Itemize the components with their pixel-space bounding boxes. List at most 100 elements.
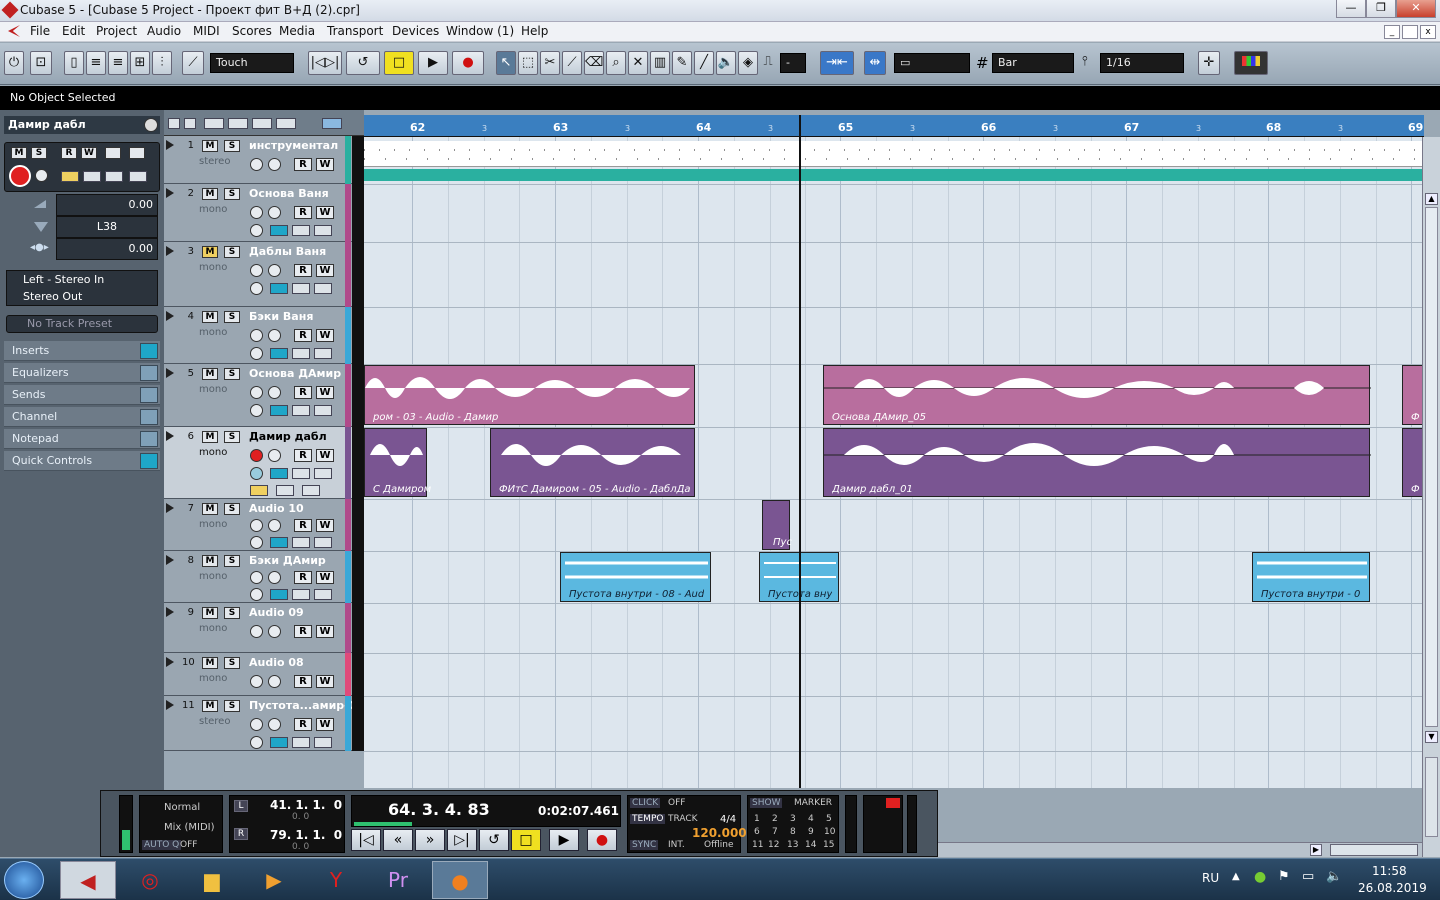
color-tool[interactable]: ◈ [738, 51, 758, 75]
inspector-track-name[interactable]: Дамир дабл [4, 116, 160, 134]
secondary-position[interactable]: 0:02:07.461 [538, 804, 619, 818]
clock-date[interactable]: 26.08.2019 [1358, 881, 1427, 895]
audio-event[interactable]: С Дамиром [364, 428, 431, 497]
track-6[interactable]: 6 M S Дамир дабл mono R W [164, 427, 364, 499]
activate-project-button[interactable]: ⏻ [4, 51, 24, 75]
track-preset-field[interactable]: No Track Preset [6, 315, 158, 333]
marker-6-button[interactable]: 6 [754, 827, 760, 837]
sends-state-button[interactable] [314, 737, 332, 748]
edit-channel-button[interactable] [250, 736, 263, 749]
menu-project[interactable]: Project [96, 24, 137, 38]
lane-6[interactable]: С Дамиром ФИтС Дамиром - 05 - Audio - Да… [364, 428, 1424, 500]
notepad-icon[interactable] [140, 431, 158, 447]
tray-app-icon[interactable]: ● [1254, 869, 1266, 885]
transport-stop-button[interactable]: □ [511, 829, 541, 851]
premiere-pro-taskbar-icon[interactable]: Pr [370, 861, 426, 899]
inspector-solo-button[interactable]: S [31, 147, 47, 159]
solo-button[interactable]: S [224, 657, 240, 669]
glue-tool[interactable]: ⟋ [562, 51, 582, 75]
read-button[interactable]: R [294, 329, 312, 342]
inspector-lanes-button[interactable] [105, 171, 123, 182]
record-enable-button[interactable] [250, 264, 263, 277]
transport-go-to-start-button[interactable]: |◁ [351, 829, 381, 851]
marker-9-button[interactable]: 9 [808, 827, 814, 837]
write-button[interactable]: W [316, 718, 334, 731]
scroll-up-icon[interactable]: ▲ [1425, 193, 1438, 205]
auto-quantize-label[interactable]: AUTO Q [142, 840, 182, 850]
track-name[interactable]: Дамир дабл [249, 430, 327, 443]
transport-cycle-button[interactable]: ↺ [479, 829, 509, 851]
volume-icon[interactable]: 🔈 [1326, 869, 1342, 884]
menu-midi[interactable]: MIDI [193, 24, 220, 38]
marker-10-button[interactable]: 10 [824, 827, 835, 837]
mute-button[interactable]: M [202, 503, 218, 515]
record-enable-button[interactable] [250, 206, 263, 219]
global-solo-button[interactable] [228, 118, 248, 129]
nudge-select[interactable]: - [780, 53, 806, 73]
channel-icon[interactable] [140, 409, 158, 425]
record-enable-button[interactable] [250, 675, 263, 688]
inserts-state-button[interactable] [270, 737, 288, 748]
lane-8[interactable]: Пустота внутри - 08 - Aud Пустота вну Пу… [364, 552, 1424, 604]
edit-channel-button[interactable] [250, 536, 263, 549]
sends-state-button[interactable] [314, 225, 332, 236]
track-5[interactable]: 5 M S Основа ДАмир mono R W [164, 364, 364, 427]
write-button[interactable]: W [316, 519, 334, 532]
sends-state-button[interactable] [314, 468, 332, 479]
play-button[interactable]: ▶ [418, 51, 448, 75]
section-notepad[interactable]: Notepad [4, 429, 160, 449]
audio-event[interactable]: ром - 03 - Audio - Дамир [364, 365, 695, 425]
write-button[interactable]: W [316, 571, 334, 584]
read-button[interactable]: R [294, 264, 312, 277]
transport-forward-button[interactable]: » [415, 829, 445, 851]
lane-9[interactable] [364, 604, 1424, 654]
solo-button[interactable]: S [224, 311, 240, 323]
click-button[interactable]: CLICK [630, 798, 661, 808]
track-8[interactable]: 8 M S Бэки ДАмир mono R W [164, 551, 364, 603]
track-11[interactable]: 11 M S Пустота...амир-01 stereo R W [164, 696, 364, 751]
monitor-button[interactable] [268, 449, 281, 462]
monitor-button[interactable] [268, 625, 281, 638]
cursor-line-button[interactable]: ✛ [1198, 51, 1220, 75]
lock-button[interactable] [276, 485, 294, 496]
mute-button[interactable]: M [202, 311, 218, 323]
volume-field[interactable]: 0.00 [56, 194, 158, 216]
quick-controls-icon[interactable] [140, 453, 158, 469]
transport-record-button[interactable]: ● [587, 829, 617, 851]
transport-play-button[interactable]: ▶ [549, 829, 579, 851]
track-10[interactable]: 10 M S Audio 08 mono R W [164, 653, 364, 696]
menu-window[interactable]: Window (1) [446, 24, 514, 38]
transport-rewind-button[interactable]: « [383, 829, 413, 851]
sends-state-button[interactable] [314, 283, 332, 294]
sync-button[interactable]: SYNC [630, 840, 659, 850]
read-button[interactable]: R [294, 519, 312, 532]
audio-event[interactable]: Дамир дабл_01 [823, 428, 1371, 497]
eq-icon[interactable] [140, 365, 158, 381]
inspector-monitor-button[interactable] [35, 169, 48, 182]
cycle-button[interactable]: ↺ [346, 51, 380, 75]
linear-record-mode[interactable]: Normal [164, 802, 200, 813]
show-infoline-button[interactable]: ≡ [86, 51, 106, 75]
auto-scroll-button[interactable]: ⎍ [758, 51, 778, 75]
vertical-scrollbar[interactable]: ▲ ▼ [1422, 137, 1440, 857]
section-equalizers[interactable]: Equalizers [4, 363, 160, 383]
track-name[interactable]: Бэки Ваня [249, 310, 313, 323]
menu-media[interactable]: Media [279, 24, 315, 38]
marker-3-button[interactable]: 3 [790, 814, 796, 824]
inspector-read-button[interactable]: R [61, 147, 77, 159]
project-cursor[interactable] [799, 115, 801, 788]
lane-11[interactable] [364, 697, 1424, 752]
marker-12-button[interactable]: 12 [768, 840, 779, 850]
marker-8-button[interactable]: 8 [790, 827, 796, 837]
right-locator-value[interactable]: 79. 1. 1. 0 [270, 828, 342, 842]
read-button[interactable]: R [294, 206, 312, 219]
edit-channel-button[interactable] [250, 282, 263, 295]
read-button[interactable]: R [294, 158, 312, 171]
solo-button[interactable]: S [224, 503, 240, 515]
mute-button[interactable]: M [202, 246, 218, 258]
record-enable-button[interactable] [250, 449, 263, 462]
inserts-state-button[interactable] [270, 348, 288, 359]
inspector-bypass-button[interactable] [129, 147, 145, 159]
edit-channel-button[interactable] [250, 467, 263, 480]
marker-7-button[interactable]: 7 [772, 827, 778, 837]
